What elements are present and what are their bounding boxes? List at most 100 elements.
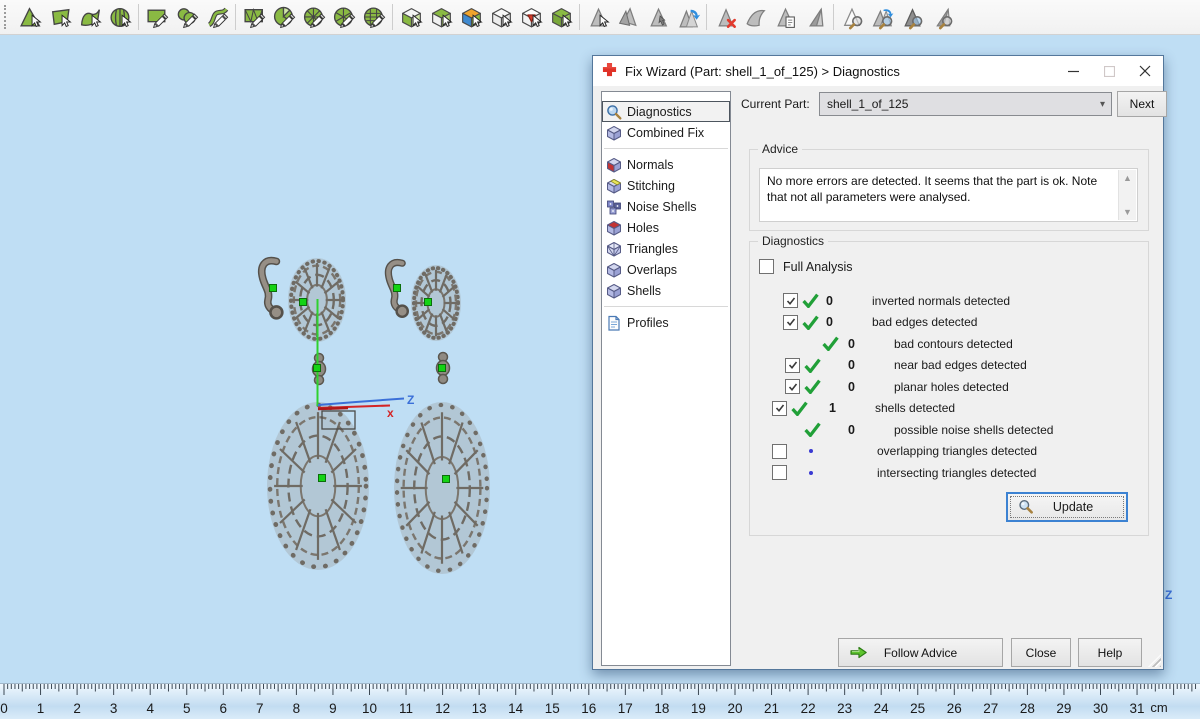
mark-surface-icon[interactable]: [75, 2, 105, 32]
sidebar-item-shells[interactable]: Shells: [602, 280, 730, 301]
svg-text:4: 4: [146, 701, 154, 716]
sidebar-item-triangles[interactable]: Triangles: [602, 238, 730, 259]
sidebar-item-overlaps[interactable]: Overlaps: [602, 259, 730, 280]
diagnostic-checkbox[interactable]: [783, 293, 798, 308]
pie-marking-icon[interactable]: [269, 2, 299, 32]
mark-triangle-icon[interactable]: [15, 2, 45, 32]
cube-red-left-icon: [606, 157, 622, 173]
star-marking-icon[interactable]: [299, 2, 329, 32]
cube-plain-icon: [606, 262, 622, 278]
scroll-down-icon[interactable]: ▼: [1119, 207, 1136, 217]
unify-part-cube-icon[interactable]: [396, 2, 426, 32]
svg-text:18: 18: [654, 701, 669, 716]
update-button[interactable]: Update: [1006, 492, 1128, 522]
sidebar-separator: [604, 148, 728, 149]
close-button[interactable]: [1127, 56, 1163, 86]
diagnostic-label: intersecting triangles detected: [877, 466, 1036, 480]
detect-swapped-icon[interactable]: [867, 2, 897, 32]
diagnostic-checkbox[interactable]: [785, 358, 800, 373]
diagnostic-checkbox[interactable]: [772, 444, 787, 459]
wheel-marking-icon[interactable]: [329, 2, 359, 32]
swap-triangles-icon[interactable]: [673, 2, 703, 32]
diagnostic-checkbox[interactable]: [772, 465, 787, 480]
rotate-part-cube-icon[interactable]: [546, 2, 576, 32]
diagnostic-label: shells detected: [875, 401, 955, 415]
current-part-value: shell_1_of_125: [827, 97, 908, 111]
next-part-button[interactable]: Next: [1117, 91, 1167, 117]
part-origin-marker: [319, 475, 326, 482]
earring-model-left[interactable]: [262, 258, 369, 570]
green-check-icon: [804, 379, 826, 394]
svg-text:26: 26: [947, 701, 962, 716]
maximize-button[interactable]: [1091, 56, 1127, 86]
sidebar-item-stitching[interactable]: Stitching: [602, 175, 730, 196]
mesh-marking-icon[interactable]: [239, 2, 269, 32]
svg-text:0: 0: [0, 701, 8, 716]
noise-dice-icon: [606, 199, 622, 215]
triangle-properties-icon[interactable]: [770, 2, 800, 32]
surface-patch-icon[interactable]: [740, 2, 770, 32]
toolbar-grip[interactable]: [4, 5, 11, 29]
sidebar-item-normals[interactable]: Normals: [602, 154, 730, 175]
close-dialog-button[interactable]: Close: [1011, 638, 1071, 667]
svg-text:13: 13: [472, 701, 487, 716]
diagnostic-row: 0bad edges detected: [750, 312, 1148, 334]
select-part-cube-icon[interactable]: [426, 2, 456, 32]
diagnostic-count: 0: [848, 380, 894, 394]
svg-text:24: 24: [874, 701, 890, 716]
full-analysis-checkbox[interactable]: [759, 259, 774, 274]
toolbar-separator: [706, 4, 707, 30]
detect-folded-icon[interactable]: [927, 2, 957, 32]
advice-scrollbar[interactable]: ▲ ▼: [1118, 170, 1136, 220]
fold-triangle-icon[interactable]: [800, 2, 830, 32]
scroll-up-icon[interactable]: ▲: [1119, 173, 1136, 183]
sidebar-item-combined-fix[interactable]: Combined Fix: [602, 122, 730, 143]
help-button[interactable]: Help: [1078, 638, 1142, 667]
diagnostic-checkbox[interactable]: [772, 401, 787, 416]
svg-text:10: 10: [362, 701, 377, 716]
sidebar-item-profiles[interactable]: Profiles: [602, 312, 730, 333]
diagnostic-checkbox[interactable]: [785, 379, 800, 394]
magnifier-icon: [606, 104, 622, 120]
toolbar-separator: [138, 4, 139, 30]
shell-grid-marking-icon[interactable]: [359, 2, 389, 32]
detect-triangle-icon[interactable]: [837, 2, 867, 32]
detect-solid-icon[interactable]: [897, 2, 927, 32]
ruler-scale: 0123456789101112131415161718192021222324…: [0, 684, 1200, 719]
move-triangle-icon[interactable]: [643, 2, 673, 32]
diagnostics-rows: 0inverted normals detected0bad edges det…: [750, 290, 1148, 484]
part-origin-marker: [425, 299, 432, 306]
dialog-titlebar[interactable]: Fix Wizard (Part: shell_1_of_125) > Diag…: [593, 56, 1163, 86]
bend-triangle-icon[interactable]: [613, 2, 643, 32]
diagnostic-label: bad edges detected: [872, 315, 977, 329]
rectangle-marking-icon[interactable]: [142, 2, 172, 32]
svg-text:7: 7: [256, 701, 264, 716]
delete-triangle-icon[interactable]: [710, 2, 740, 32]
corner-z-axis-label: Z: [1165, 588, 1172, 602]
resize-grip[interactable]: [1148, 654, 1161, 667]
sidebar-item-holes[interactable]: Holes: [602, 217, 730, 238]
diagnostic-row: 1shells detected: [750, 398, 1148, 420]
sidebar-item-diagnostics[interactable]: Diagnostics: [602, 101, 730, 122]
earring-model-right[interactable]: [388, 262, 490, 574]
follow-advice-button[interactable]: Follow Advice: [838, 638, 1003, 667]
diagnostic-checkbox[interactable]: [783, 315, 798, 330]
current-part-combobox[interactable]: shell_1_of_125 ▾: [819, 92, 1112, 116]
green-check-icon: [802, 293, 824, 308]
select-triangle-icon[interactable]: [583, 2, 613, 32]
green-check-icon: [822, 336, 844, 351]
sidebar-item-noise-shells[interactable]: Noise Shells: [602, 196, 730, 217]
brush-marking-icon[interactable]: [172, 2, 202, 32]
mark-plane-icon[interactable]: [45, 2, 75, 32]
colored-part-cube-icon[interactable]: [456, 2, 486, 32]
ghost-part-cube-icon[interactable]: [486, 2, 516, 32]
curve-marking-icon[interactable]: [202, 2, 232, 32]
advice-text: No more errors are detected. It seems th…: [767, 173, 1113, 205]
advice-textarea: No more errors are detected. It seems th…: [759, 168, 1138, 222]
diagnostic-label: overlapping triangles detected: [877, 444, 1037, 458]
invert-part-cube-icon[interactable]: [516, 2, 546, 32]
svg-text:2: 2: [73, 701, 81, 716]
minimize-button[interactable]: [1055, 56, 1091, 86]
mark-shell-icon[interactable]: [105, 2, 135, 32]
part-origin-marker: [443, 476, 450, 483]
